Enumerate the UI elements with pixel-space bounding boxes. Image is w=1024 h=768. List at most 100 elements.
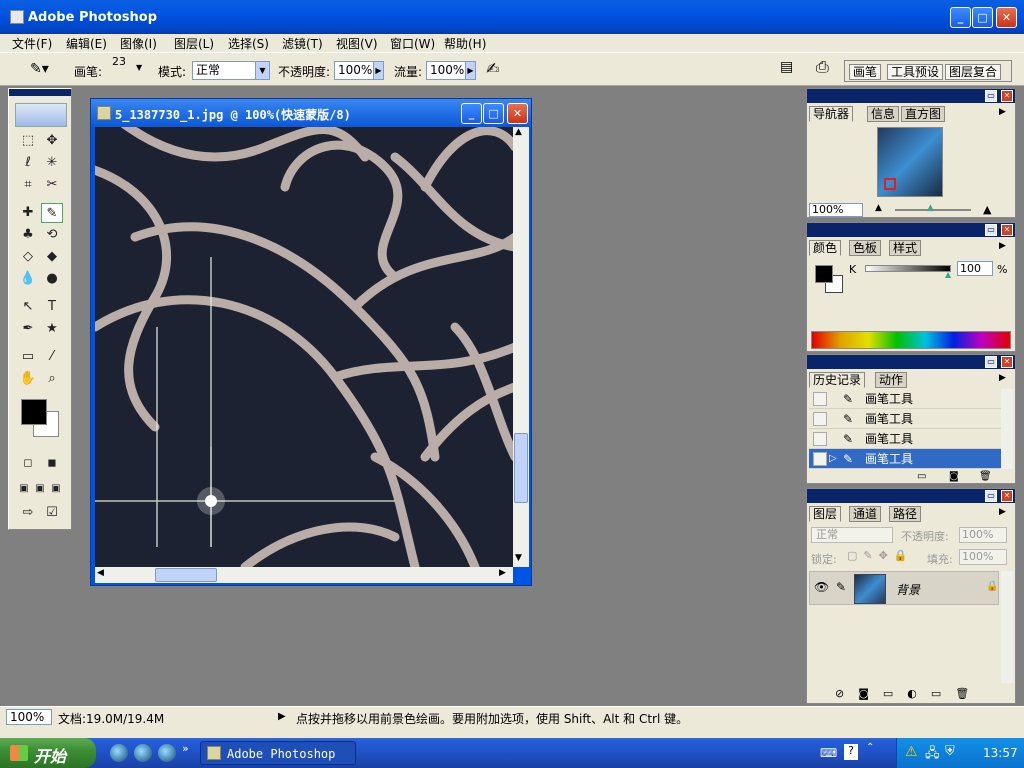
history-brush-icon[interactable]: ⟲ — [41, 225, 63, 245]
quicklaunch-more-icon[interactable]: » — [182, 742, 189, 755]
history-snapshot-checkbox[interactable] — [813, 452, 827, 466]
k-slider[interactable] — [865, 265, 951, 272]
menu-filter[interactable]: 滤镜(T) — [282, 35, 323, 52]
color-fg-swatch[interactable] — [815, 265, 833, 283]
history-panel-header[interactable]: ▭ ✕ — [807, 355, 1015, 369]
menu-view[interactable]: 视图(V) — [336, 35, 378, 52]
panel-close-button[interactable]: ✕ — [1001, 90, 1013, 102]
navigator-zoom-field[interactable]: 100% — [809, 203, 863, 217]
brush-tool-icon[interactable]: ✎▾ — [30, 61, 49, 77]
menu-window[interactable]: 窗口(W) — [390, 35, 435, 52]
edit-check-icon[interactable]: ☑ — [41, 503, 63, 523]
doc-minimize-button[interactable]: _ — [461, 103, 482, 124]
slice-tool-icon[interactable]: ✂ — [41, 175, 63, 195]
scroll-down-icon[interactable]: ▼ — [515, 553, 522, 563]
hand-tool-icon[interactable]: ✋ — [17, 369, 39, 389]
media-icon[interactable] — [158, 744, 176, 762]
menu-image[interactable]: 图像(I) — [120, 35, 157, 52]
tab-tool-presets[interactable]: 工具预设 — [887, 64, 944, 80]
tab-channels[interactable]: 通道 — [849, 506, 882, 522]
zoom-tool-icon[interactable]: ⌕ — [41, 369, 63, 389]
minimize-button[interactable]: _ — [950, 7, 971, 28]
color-panel-header[interactable]: ▭ ✕ — [807, 223, 1015, 237]
horizontal-scroll-thumb[interactable] — [155, 568, 217, 582]
eraser-tool-icon[interactable]: ◇ — [17, 247, 39, 267]
layers-panel-header[interactable]: ▭ ✕ — [807, 489, 1015, 503]
history-snapshot-checkbox[interactable] — [813, 392, 827, 406]
status-arrow-icon[interactable]: ▶ — [278, 711, 286, 722]
brush-tool-icon[interactable]: ✎ — [41, 203, 63, 223]
panel-menu-icon[interactable]: ▶ — [999, 241, 1006, 251]
help-icon[interactable]: ? — [844, 744, 858, 760]
opacity-field[interactable]: 100% ▶ — [334, 61, 384, 80]
maximize-button[interactable]: □ — [972, 7, 993, 28]
tab-history[interactable]: 历史记录 — [809, 372, 866, 388]
history-item[interactable]: ✎ 画笔工具 — [809, 389, 1001, 409]
quick-mask-icon[interactable]: ◼ — [41, 453, 63, 473]
layer-opacity-field[interactable]: 100% — [959, 527, 1007, 543]
color-spectrum-bar[interactable] — [811, 331, 1011, 349]
tab-actions[interactable]: 动作 — [875, 372, 908, 388]
k-value-field[interactable]: 100 — [957, 261, 993, 276]
panel-menu-icon[interactable]: ▶ — [999, 507, 1006, 517]
notes-tool-icon[interactable]: ▭ — [17, 347, 39, 367]
imageready-icon[interactable]: ⎙ — [816, 57, 829, 77]
brush-link-icon[interactable]: ✎ — [836, 580, 846, 594]
toolbox-header[interactable] — [9, 89, 71, 96]
keyboard-icon[interactable]: ⌨ — [820, 746, 837, 760]
taskbar-item-photoshop[interactable]: Adobe Photoshop — [200, 741, 356, 765]
airbrush-icon[interactable]: ✍ — [486, 59, 499, 78]
tab-color[interactable]: 颜色 — [809, 240, 842, 256]
zoom-in-icon[interactable]: ▲ — [983, 203, 991, 216]
scroll-up-icon[interactable]: ▲ — [515, 127, 522, 137]
navigator-panel-header[interactable]: ▭ ✕ — [807, 89, 1015, 103]
tray-expand-icon[interactable]: ⌃ — [866, 742, 874, 753]
dodge-tool-icon[interactable]: ● — [41, 269, 63, 289]
magic-wand-icon[interactable]: ✳ — [41, 153, 63, 173]
history-scrollbar[interactable] — [1001, 389, 1013, 469]
layer-thumbnail[interactable] — [854, 574, 886, 604]
tab-swatches[interactable]: 色板 — [849, 240, 882, 256]
pen-tool-icon[interactable]: ✒ — [17, 319, 39, 339]
type-tool-icon[interactable]: T — [41, 297, 63, 317]
healing-brush-icon[interactable]: ✚ — [17, 203, 39, 223]
paint-bucket-icon[interactable]: ◆ — [41, 247, 63, 267]
menu-file[interactable]: 文件(F) — [12, 35, 52, 52]
blur-tool-icon[interactable]: 💧 — [17, 269, 39, 289]
start-button[interactable]: 开始 — [0, 738, 96, 768]
close-button[interactable]: ✕ — [996, 7, 1017, 28]
vertical-scrollbar[interactable]: ▲ ▼ — [513, 127, 529, 567]
jump-to-imageready-icon[interactable]: ⇨ — [17, 503, 39, 523]
tab-info[interactable]: 信息 — [867, 106, 900, 122]
history-item[interactable]: ✎ 画笔工具 — [809, 429, 1001, 449]
lasso-tool-icon[interactable]: ℓ — [17, 153, 39, 173]
layers-footer-icons[interactable]: ⊘◙▭◐▭🗑 — [835, 687, 985, 700]
status-zoom-field[interactable]: 100% — [6, 709, 52, 725]
crop-tool-icon[interactable]: ⌗ — [17, 175, 39, 195]
document-titlebar[interactable]: 5_1387730_1.jpg @ 100%(快速蒙版/8) _ □ ✕ — [91, 99, 531, 127]
path-select-icon[interactable]: ↖ — [17, 297, 39, 317]
panel-minimize-button[interactable]: ▭ — [985, 224, 997, 236]
chevron-right-icon[interactable]: ▶ — [373, 62, 383, 79]
blend-mode-select[interactable]: 正常 — [811, 527, 893, 543]
foreground-color-swatch[interactable] — [21, 399, 47, 425]
standard-mode-icon[interactable]: ◻ — [17, 453, 39, 473]
file-browser-icon[interactable]: ▤ — [780, 59, 793, 75]
tab-brushes[interactable]: 画笔 — [849, 64, 882, 80]
eye-icon[interactable]: 👁 — [814, 580, 829, 594]
k-slider-thumb[interactable]: ▲ — [945, 270, 951, 279]
chevron-right-icon[interactable]: ▶ — [465, 62, 475, 79]
panel-menu-icon[interactable]: ▶ — [999, 373, 1006, 383]
doc-close-button[interactable]: ✕ — [507, 103, 528, 124]
flow-field[interactable]: 100% ▶ — [426, 61, 476, 80]
globe-icon[interactable] — [110, 744, 128, 762]
vertical-scroll-thumb[interactable] — [514, 433, 528, 503]
tab-layer-comps[interactable]: 图层复合 — [945, 64, 1002, 80]
menu-select[interactable]: 选择(S) — [228, 35, 269, 52]
tab-paths[interactable]: 路径 — [889, 506, 922, 522]
scroll-right-icon[interactable]: ▶ — [499, 568, 506, 578]
move-tool-icon[interactable]: ✥ — [41, 131, 63, 151]
panel-menu-icon[interactable]: ▶ — [999, 107, 1006, 117]
view-box[interactable] — [884, 178, 896, 190]
navigator-thumbnail[interactable] — [877, 127, 943, 197]
